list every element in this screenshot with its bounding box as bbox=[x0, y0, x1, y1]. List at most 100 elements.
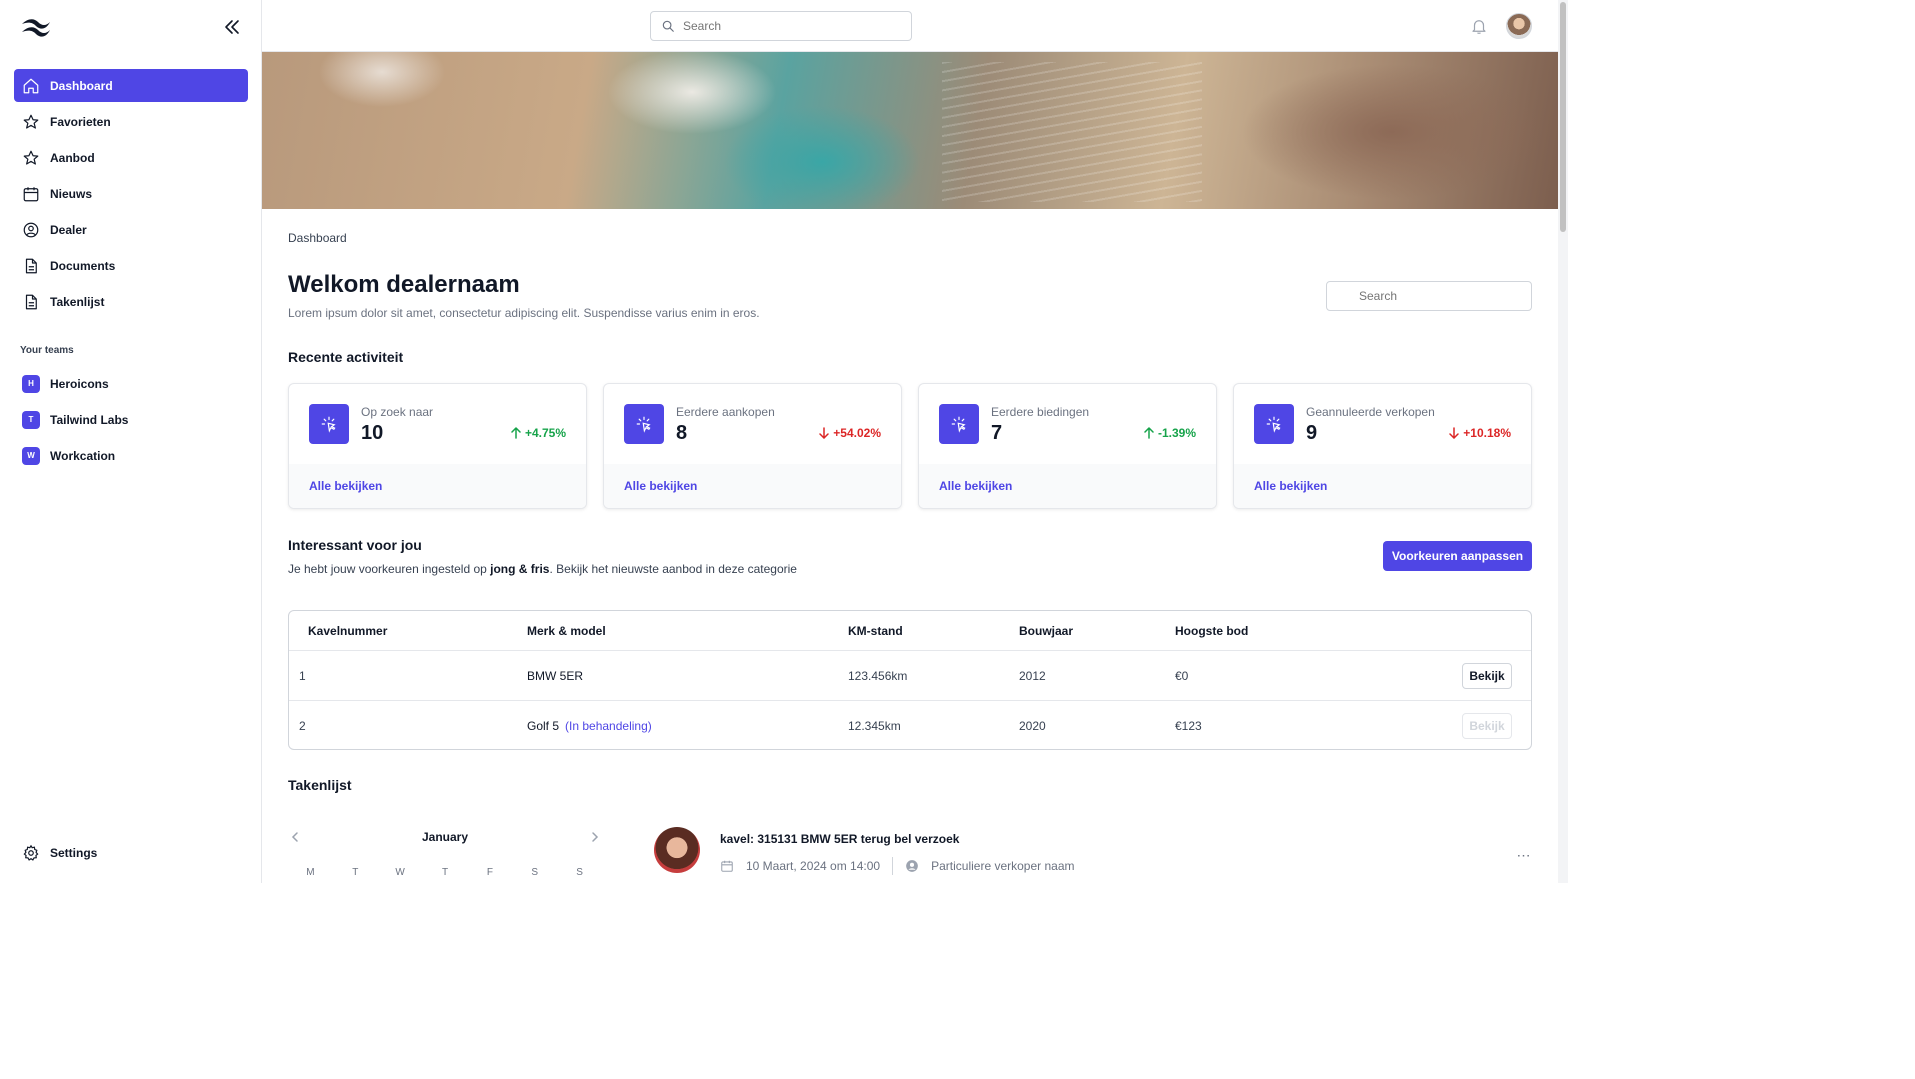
interest-desc-text: Je hebt jouw voorkeuren ingesteld op bbox=[288, 562, 491, 576]
stat-icon bbox=[309, 404, 349, 444]
calendar-icon bbox=[721, 860, 733, 872]
nav-item-dashboard[interactable]: Dashboard bbox=[14, 69, 248, 102]
user-circle-icon bbox=[906, 860, 918, 872]
nav-item-documents[interactable]: Documents bbox=[14, 249, 248, 282]
task-meta: 10 Maart, 2024 om 14:00 Particuliere ver… bbox=[720, 857, 1075, 875]
task-item[interactable]: kavel: 315131 BMW 5ER terug bel verzoek … bbox=[654, 827, 1534, 877]
interest-desc-text: . Bekijk het nieuwste aanbod in deze cat… bbox=[549, 562, 797, 576]
task-person: Particuliere verkoper naam bbox=[931, 859, 1075, 873]
nav-item-nieuws[interactable]: Nieuws bbox=[14, 177, 248, 210]
stat-label: Op zoek naar bbox=[361, 405, 434, 419]
adjust-preferences-button[interactable]: Voorkeuren aanpassen bbox=[1383, 541, 1532, 571]
teams-heading: Your teams bbox=[20, 345, 74, 356]
stat-card: Eerdere aankopen 8 +54.02% Alle bekijken bbox=[603, 383, 902, 509]
recent-activity-title: Recente activiteit bbox=[288, 349, 404, 365]
view-lot-button[interactable]: Bekijk bbox=[1462, 663, 1512, 689]
view-all-link[interactable]: Alle bekijken bbox=[1234, 464, 1531, 508]
weekday: M bbox=[306, 867, 315, 878]
table-row: 1 BMW 5ER 123.456km 2012 €0 Bekijk bbox=[289, 651, 1531, 701]
team-item-tailwind-labs[interactable]: T Tailwind Labs bbox=[14, 403, 248, 436]
task-date: 10 Maart, 2024 om 14:00 bbox=[746, 859, 881, 873]
page-description: Lorem ipsum dolor sit amet, consectetur … bbox=[288, 306, 760, 320]
stat-icon bbox=[624, 404, 664, 444]
meta-divider bbox=[892, 857, 894, 875]
stat-card: Geannuleerde verkopen 9 +10.18% Alle bek… bbox=[1233, 383, 1532, 509]
weekday: W bbox=[395, 867, 405, 878]
stat-value: 8 bbox=[676, 422, 688, 444]
logo-icon[interactable] bbox=[20, 16, 52, 38]
view-all-link[interactable]: Alle bekijken bbox=[289, 464, 586, 508]
cell-km: 123.456km bbox=[848, 668, 908, 683]
cursor-click-icon bbox=[1266, 416, 1281, 433]
main-search-input[interactable] bbox=[1326, 281, 1532, 311]
arrow-down-icon bbox=[1449, 427, 1460, 439]
cell-kavel: 1 bbox=[299, 668, 306, 683]
scrollbar-thumb[interactable] bbox=[1560, 2, 1566, 232]
settings-label: Settings bbox=[50, 846, 98, 860]
hero-banner-image bbox=[262, 52, 1558, 209]
nav-item-dealer[interactable]: Dealer bbox=[14, 213, 248, 246]
nav-item-label: Favorieten bbox=[50, 114, 111, 129]
chevron-right-icon[interactable] bbox=[588, 830, 602, 844]
team-label: Tailwind Labs bbox=[50, 412, 129, 427]
more-options-icon[interactable]: ⋯ bbox=[1514, 847, 1534, 867]
table-row: 2 Golf 5 (In behandeling) 12.345km 2020 €… bbox=[289, 701, 1531, 749]
nav-item-favorieten[interactable]: Favorieten bbox=[14, 105, 248, 138]
status-badge: (In behandeling) bbox=[565, 719, 652, 733]
breadcrumb[interactable]: Dashboard bbox=[288, 231, 347, 245]
bell-icon[interactable] bbox=[1470, 17, 1488, 35]
cell-bid: €0 bbox=[1175, 668, 1189, 683]
top-search-box[interactable] bbox=[650, 11, 912, 41]
column-header: Bouwjaar bbox=[1019, 623, 1074, 638]
cell-km: 12.345km bbox=[848, 719, 901, 733]
star-icon bbox=[23, 114, 39, 129]
cell-model: Golf 5 (In behandeling) bbox=[527, 701, 652, 749]
teams-list: H Heroicons T Tailwind Labs W Workcation bbox=[14, 367, 248, 475]
arrow-down-icon bbox=[819, 427, 830, 439]
nav-item-aanbod[interactable]: Aanbod bbox=[14, 141, 248, 174]
stat-label: Eerdere biedingen bbox=[991, 405, 1090, 419]
top-search-input[interactable] bbox=[683, 19, 883, 33]
nav-item-takenlijst[interactable]: Takenlijst bbox=[14, 285, 248, 318]
task-avatar bbox=[654, 827, 700, 873]
team-badge: W bbox=[22, 446, 40, 465]
view-all-link[interactable]: Alle bekijken bbox=[604, 464, 901, 508]
page-scrollbar[interactable] bbox=[1558, 0, 1568, 883]
stat-icon bbox=[939, 404, 979, 444]
team-item-workcation[interactable]: W Workcation bbox=[14, 439, 248, 472]
team-label: Workcation bbox=[50, 448, 116, 463]
settings-link[interactable]: Settings bbox=[22, 844, 97, 862]
team-label: Heroicons bbox=[50, 376, 109, 391]
stat-change: +4.75% bbox=[510, 426, 566, 440]
weekday: F bbox=[486, 867, 493, 878]
cell-bid: €123 bbox=[1175, 719, 1202, 733]
collapse-sidebar-icon[interactable] bbox=[222, 17, 242, 37]
interest-title: Interessant voor jou bbox=[288, 537, 422, 553]
cursor-click-icon bbox=[321, 416, 336, 433]
user-avatar[interactable] bbox=[1506, 13, 1532, 39]
interest-description: Je hebt jouw voorkeuren ingesteld op jon… bbox=[288, 562, 797, 576]
stat-change-value: +4.75% bbox=[524, 426, 566, 440]
stat-change: +54.02% bbox=[818, 426, 881, 440]
main-nav: Dashboard Favorieten Aanbod Nieuws Deale… bbox=[14, 69, 248, 321]
nav-item-label: Nieuws bbox=[50, 186, 93, 201]
nav-item-label: Takenlijst bbox=[50, 294, 105, 309]
search-icon bbox=[662, 20, 674, 32]
column-header: Hoogste bod bbox=[1175, 623, 1249, 638]
weekday: T bbox=[352, 867, 359, 878]
interest-category: jong & fris bbox=[490, 562, 550, 576]
gear-icon bbox=[23, 844, 39, 861]
team-item-heroicons[interactable]: H Heroicons bbox=[14, 367, 248, 400]
home-icon bbox=[23, 78, 39, 93]
stat-value: 7 bbox=[991, 422, 1003, 444]
cursor-click-icon bbox=[951, 416, 966, 433]
calendar-icon bbox=[23, 186, 39, 201]
view-all-link[interactable]: Alle bekijken bbox=[919, 464, 1216, 508]
page-title: Welkom dealernaam bbox=[288, 271, 520, 298]
nav-item-label: Dealer bbox=[50, 222, 87, 237]
column-header: Merk & model bbox=[527, 623, 606, 638]
stat-label: Eerdere aankopen bbox=[676, 405, 775, 419]
document-icon bbox=[25, 294, 37, 309]
sidebar: Dashboard Favorieten Aanbod Nieuws Deale… bbox=[0, 0, 262, 883]
user-circle-icon bbox=[23, 222, 39, 237]
